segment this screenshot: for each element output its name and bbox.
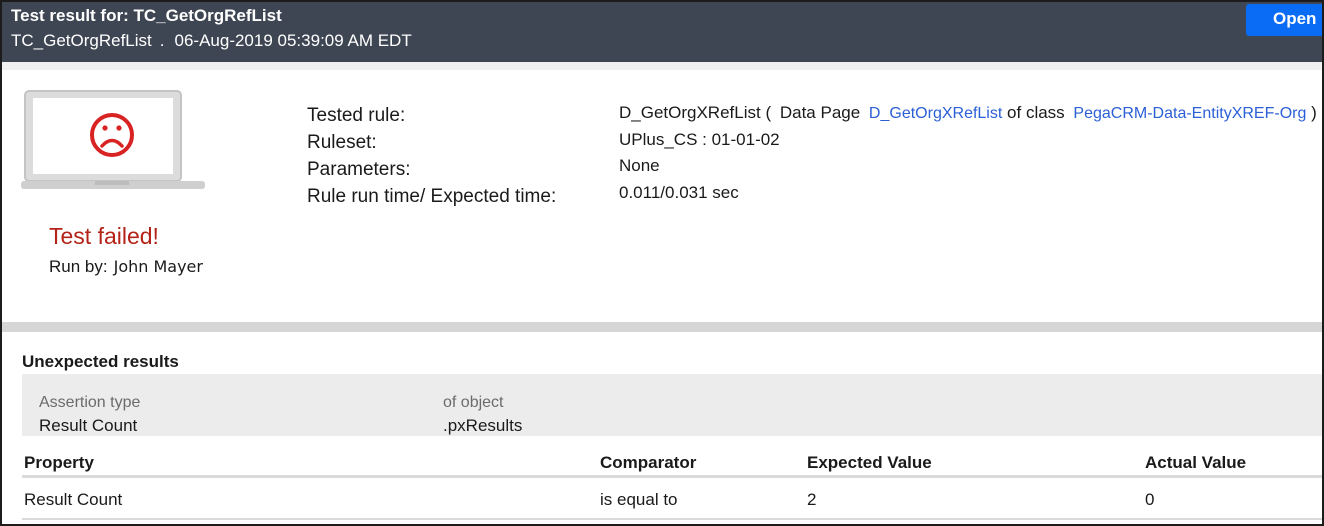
of-object-value: .pxResults (443, 416, 523, 435)
details-labels: Tested rule: Ruleset: Parameters: Rule r… (307, 102, 556, 210)
header-bar: Test result for: TC_GetOrgRefList TC_Get… (2, 2, 1322, 62)
open-button[interactable]: Open (1246, 4, 1322, 36)
results-table-header: Property Comparator Expected Value Actua… (22, 442, 1322, 478)
ruleset-label: Ruleset: (307, 132, 377, 153)
header-spacer (2, 62, 1322, 70)
section-divider (2, 322, 1322, 332)
run-by-name: John Mayer (113, 257, 203, 276)
separator-dot: . (159, 31, 165, 50)
parameters-label: Parameters: (307, 159, 411, 180)
cell-actual-value: 0 (1145, 490, 1155, 509)
run-by-label: Run by: (49, 257, 108, 276)
table-row: Result Count is equal to 2 0 (22, 480, 1322, 520)
cell-expected-value: 2 (807, 490, 817, 509)
test-result-window: Test result for: TC_GetOrgRefList TC_Get… (0, 0, 1324, 526)
cell-property: Result Count (24, 490, 123, 509)
assertion-type-value: Result Count (39, 416, 138, 435)
sad-face-laptop-icon (21, 89, 205, 193)
data-page-link[interactable]: D_GetOrgXRefList (869, 105, 1002, 122)
close-paren: ) (1311, 103, 1317, 122)
ruleset-value: UPlus_CS : 01-01-02 (619, 130, 780, 149)
unexpected-results-title: Unexpected results (22, 352, 179, 371)
of-class-label: of class (1007, 103, 1065, 122)
assertion-type-label: Assertion type (39, 394, 141, 411)
tested-rule-type: Data Page (779, 103, 861, 122)
run-timestamp: 06-Aug-2019 05:39:09 AM EDT (174, 31, 412, 50)
expected-time: 0.031 sec (665, 183, 739, 202)
cell-comparator: is equal to (600, 490, 678, 509)
tested-rule-label: Tested rule: (307, 105, 406, 126)
run-time-value: 0.011/0.031 sec (619, 183, 739, 203)
class-link[interactable]: PegaCRM-Data-EntityXREF-Org (1073, 105, 1306, 122)
tested-rule-name: D_GetOrgXRefList ( (619, 103, 772, 122)
column-header-actual-value: Actual Value (1145, 453, 1247, 472)
test-case-name: TC_GetOrgRefList (11, 31, 152, 50)
column-header-comparator: Comparator (600, 453, 697, 472)
test-run-info: TC_GetOrgRefList. 06-Aug-2019 05:39:09 AM… (11, 31, 412, 51)
run-time-label: Rule run time/ Expected time: (307, 186, 557, 207)
column-header-property: Property (24, 453, 94, 472)
run-time: 0.011 (619, 183, 661, 202)
assertion-summary: Assertion type Result Count of object .p… (22, 374, 1322, 436)
tested-rule-value: D_GetOrgXRefList ( Data Page D_GetOrgXRe… (619, 103, 1317, 123)
run-by: Run by: John Mayer (49, 257, 203, 277)
test-status: Test failed! (49, 223, 159, 249)
parameters-value: None (619, 156, 660, 175)
of-object-label: of object (443, 394, 504, 411)
column-header-expected-value: Expected Value (807, 453, 932, 472)
page-title: Test result for: TC_GetOrgRefList (11, 6, 282, 25)
